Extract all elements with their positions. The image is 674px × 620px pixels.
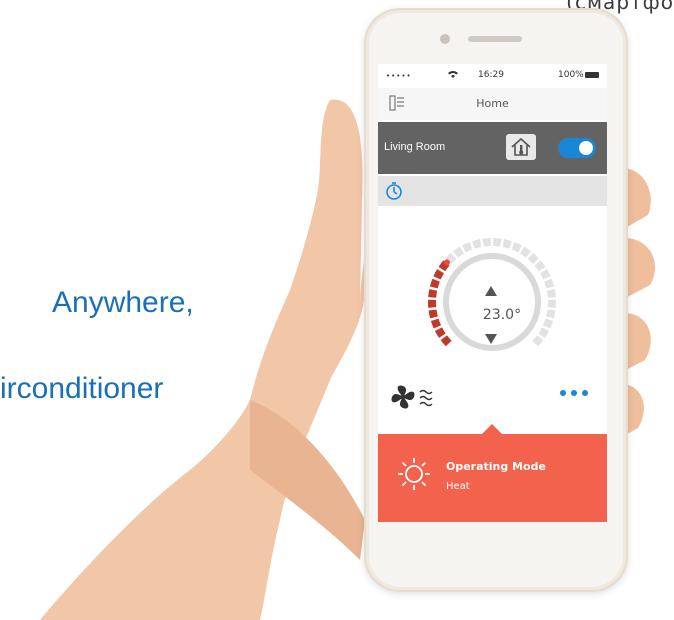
operating-mode-panel[interactable]: Operating Mode Heat <box>378 434 607 522</box>
more-dot <box>582 390 588 396</box>
temperature-dial[interactable] <box>422 232 562 372</box>
signal-indicator: ••••• <box>386 72 412 80</box>
dial-segment <box>472 239 482 249</box>
dial-segment <box>428 309 438 319</box>
nav-bar: Home <box>378 88 607 120</box>
dial-segment <box>540 269 551 280</box>
timer-bar <box>378 176 607 206</box>
room-header: Living Room <box>378 122 607 174</box>
dial-segment <box>527 252 539 264</box>
timer-icon[interactable] <box>384 181 404 201</box>
dial-segment <box>546 309 556 319</box>
more-dots-icon[interactable] <box>560 390 588 396</box>
battery-percent: 100% <box>558 70 584 80</box>
dial-segment <box>532 335 544 347</box>
dial-segment <box>440 335 452 347</box>
wifi-icon <box>448 70 458 81</box>
dial-setpoint-marker[interactable] <box>443 259 450 266</box>
dial-segment <box>520 246 531 258</box>
temperature-up-arrow[interactable] <box>485 286 497 296</box>
dial-segment <box>542 318 554 329</box>
dial-segment <box>538 327 550 338</box>
dial-segment <box>546 289 556 298</box>
dial-segment <box>453 246 464 258</box>
toggle-knob <box>579 141 593 155</box>
operating-mode-value: Heat <box>446 481 470 492</box>
dial-segment <box>429 278 440 289</box>
operating-mode-title: Operating Mode <box>446 460 546 473</box>
app-screen: ••••• 16:29 100% Home Living Room 23.0° … <box>378 64 607 522</box>
dial-segment <box>534 260 546 272</box>
status-time: 16:29 <box>478 70 504 80</box>
dial-segment <box>433 269 444 280</box>
status-bar: ••••• 16:29 100% <box>378 64 607 88</box>
sun-heat-icon <box>396 456 432 492</box>
fan-airflow-icon[interactable] <box>390 382 440 412</box>
dial-segment <box>511 242 522 253</box>
temperature-value: 23.0° <box>482 307 522 323</box>
dial-segment <box>428 289 438 298</box>
dial-segment <box>462 242 473 253</box>
battery-icon <box>585 72 599 78</box>
room-name: Living Room <box>384 141 446 153</box>
dial-segment <box>544 278 555 289</box>
dial-segment <box>434 327 446 338</box>
dial-segment <box>502 239 512 249</box>
home-thermometer-button[interactable] <box>506 134 536 160</box>
dial-segment <box>493 238 502 247</box>
more-dot <box>560 390 566 396</box>
more-dot <box>571 390 577 396</box>
front-camera <box>440 34 450 44</box>
temperature-down-arrow[interactable] <box>485 334 497 344</box>
dial-segment <box>482 238 491 247</box>
power-toggle[interactable] <box>558 138 596 158</box>
page-title: Home <box>476 97 509 110</box>
earpiece-speaker <box>468 36 522 42</box>
dial-segment <box>430 318 442 329</box>
home-thermometer-icon <box>511 137 531 156</box>
